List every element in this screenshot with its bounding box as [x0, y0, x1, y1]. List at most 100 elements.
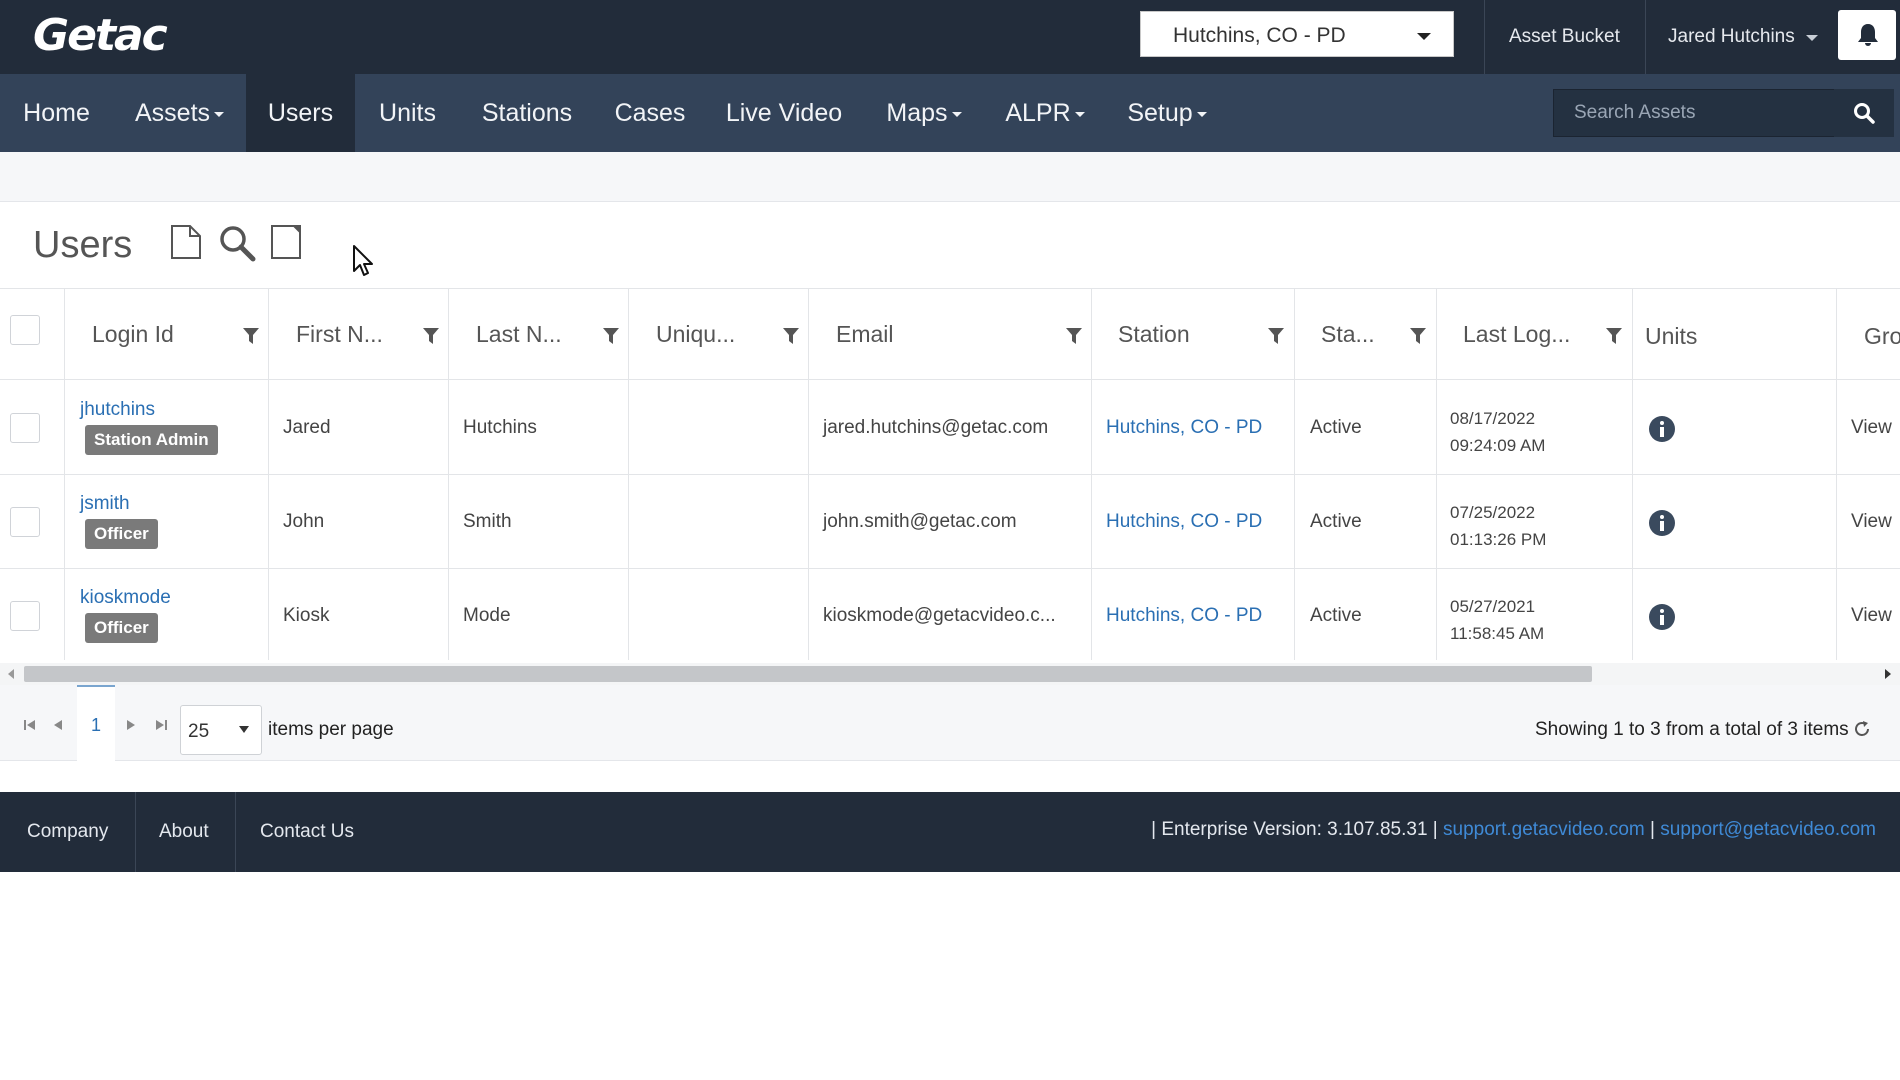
pager: 1 25 items per page Showing 1 to 3 from …: [0, 685, 1900, 761]
filter-icon[interactable]: [1268, 327, 1284, 345]
login-link[interactable]: jsmith: [80, 493, 130, 515]
agency-select[interactable]: Hutchins, CO - PD: [1140, 11, 1454, 57]
station-link[interactable]: Hutchins, CO - PD: [1106, 511, 1262, 533]
nav-assets[interactable]: Assets: [113, 74, 246, 152]
nav-cases-label: Cases: [614, 99, 686, 127]
nav-stations-label: Stations: [481, 99, 573, 127]
nav-users[interactable]: Users: [246, 74, 355, 152]
prev-page-icon[interactable]: [53, 719, 63, 731]
footer-company-link[interactable]: Company: [27, 821, 108, 843]
col-last-login[interactable]: Last Log...: [1463, 321, 1570, 348]
footer-about-link[interactable]: About: [159, 821, 209, 843]
row-checkbox[interactable]: [10, 601, 40, 631]
nav-home-label: Home: [23, 99, 90, 127]
user-menu[interactable]: Jared Hutchins: [1668, 26, 1795, 48]
search-icon[interactable]: [218, 224, 256, 262]
select-all-checkbox[interactable]: [10, 315, 40, 345]
nav-live-video[interactable]: Live Video: [706, 74, 862, 152]
info-icon[interactable]: [1648, 603, 1676, 631]
last-login-date: 07/25/2022: [1450, 503, 1536, 522]
chevron-down-icon[interactable]: [1806, 35, 1818, 41]
filter-icon[interactable]: [603, 327, 619, 345]
view-groups-link[interactable]: View: [1851, 417, 1892, 439]
first-name: Jared: [283, 417, 331, 438]
showing-count: Showing 1 to 3 from a total of 3 items: [1535, 719, 1849, 740]
nav-cases[interactable]: Cases: [594, 74, 706, 152]
first-name: John: [283, 511, 325, 532]
station-link[interactable]: Hutchins, CO - PD: [1106, 417, 1262, 439]
last-login: 07/25/2022 01:13:26 PM: [1450, 499, 1546, 553]
items-per-page-label: items per page: [268, 719, 394, 740]
row-checkbox[interactable]: [10, 413, 40, 443]
role-badge: Station Admin: [85, 425, 218, 455]
last-login: 05/27/2021 11:58:45 AM: [1450, 593, 1544, 647]
nav-units[interactable]: Units: [355, 74, 460, 152]
scroll-right-icon[interactable]: [1885, 669, 1891, 679]
filter-icon[interactable]: [1606, 327, 1622, 345]
col-email[interactable]: Email: [836, 321, 894, 348]
asset-bucket-link[interactable]: Asset Bucket: [1509, 26, 1620, 48]
column-divider: [808, 288, 809, 660]
filter-icon[interactable]: [783, 327, 799, 345]
enterprise-version: | Enterprise Version: 3.107.85.31 |: [1151, 819, 1438, 840]
table-row[interactable]: kioskmode Officer Kiosk Mode kioskmode@g…: [0, 569, 1900, 660]
chevron-down-icon: [239, 726, 249, 733]
scroll-left-icon[interactable]: [8, 669, 14, 679]
top-bar: Getac Hutchins, CO - PD Asset Bucket Jar…: [0, 0, 1900, 74]
nav-users-label: Users: [267, 99, 334, 127]
last-login-time: 01:13:26 PM: [1450, 530, 1547, 549]
login-link[interactable]: jhutchins: [80, 399, 155, 421]
filter-icon[interactable]: [1410, 327, 1426, 345]
last-page-icon[interactable]: [154, 719, 168, 731]
nav-home[interactable]: Home: [0, 74, 113, 152]
search-input[interactable]: [1554, 90, 1834, 136]
refresh-icon[interactable]: [1853, 720, 1871, 738]
info-icon[interactable]: [1648, 415, 1676, 443]
footer: Company About Contact Us | Enterprise Ve…: [0, 792, 1900, 872]
view-groups-link[interactable]: View: [1851, 511, 1892, 533]
row-checkbox[interactable]: [10, 507, 40, 537]
nav-setup[interactable]: Setup: [1104, 74, 1230, 152]
support-site-link[interactable]: support.getacvideo.com: [1443, 819, 1645, 840]
col-first-name[interactable]: First N...: [296, 321, 383, 348]
info-icon[interactable]: [1648, 509, 1676, 537]
col-status[interactable]: Sta...: [1321, 321, 1375, 348]
col-unique-id[interactable]: Uniqu...: [656, 321, 735, 348]
nav-maps[interactable]: Maps: [862, 74, 986, 152]
station-link[interactable]: Hutchins, CO - PD: [1106, 605, 1262, 627]
getac-logo[interactable]: Getac: [33, 10, 168, 61]
col-units[interactable]: Units: [1645, 323, 1697, 350]
filter-icon[interactable]: [423, 327, 439, 345]
col-last-name[interactable]: Last N...: [476, 321, 562, 348]
new-document-icon[interactable]: [170, 224, 202, 260]
column-divider: [1091, 288, 1092, 660]
agency-select-value: Hutchins, CO - PD: [1173, 24, 1346, 47]
view-groups-link[interactable]: View: [1851, 605, 1892, 627]
login-link[interactable]: kioskmode: [80, 587, 171, 609]
nav-stations[interactable]: Stations: [460, 74, 594, 152]
nav-assets-label: Assets: [134, 99, 211, 127]
divider: [135, 792, 136, 872]
items-per-page-select[interactable]: 25: [180, 705, 262, 755]
filter-icon[interactable]: [243, 327, 259, 345]
first-page-icon[interactable]: [23, 719, 37, 731]
search-button[interactable]: [1834, 89, 1894, 137]
horizontal-scrollbar[interactable]: [0, 663, 1900, 685]
export-document-icon[interactable]: [270, 224, 302, 260]
nav-alpr[interactable]: ALPR: [986, 74, 1104, 152]
footer-contact-link[interactable]: Contact Us: [260, 821, 354, 843]
next-page-icon[interactable]: [126, 719, 136, 731]
filter-icon[interactable]: [1066, 327, 1082, 345]
page-number-1[interactable]: 1: [77, 685, 115, 761]
col-station[interactable]: Station: [1118, 321, 1190, 348]
col-login-id[interactable]: Login Id: [92, 321, 174, 348]
chevron-down-icon: [951, 111, 962, 117]
support-email-link[interactable]: support@getacvideo.com: [1660, 819, 1876, 840]
status: Active: [1310, 417, 1362, 438]
notifications-button[interactable]: [1838, 10, 1896, 60]
table-row[interactable]: jsmith Officer John Smith john.smith@get…: [0, 475, 1900, 569]
table-row[interactable]: jhutchins Station Admin Jared Hutchins j…: [0, 381, 1900, 475]
scrollbar-thumb[interactable]: [24, 666, 1592, 682]
last-login-date: 05/27/2021: [1450, 597, 1536, 616]
col-groups[interactable]: Gro: [1864, 323, 1900, 350]
